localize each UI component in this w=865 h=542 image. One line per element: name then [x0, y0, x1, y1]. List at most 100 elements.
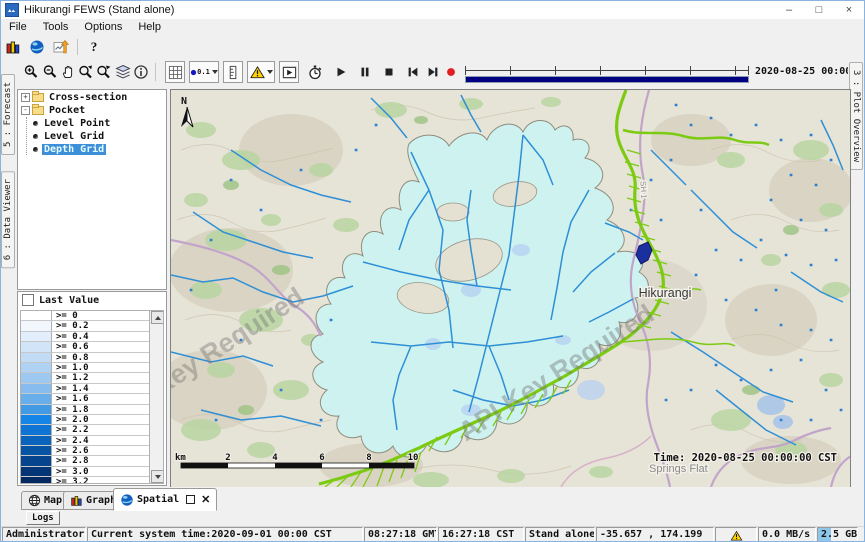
svg-text:4: 4: [272, 453, 278, 463]
animation-window-icon[interactable]: [279, 61, 299, 83]
legend-row[interactable]: >= 2.4: [21, 436, 150, 446]
skip-start-button[interactable]: [403, 61, 423, 83]
menu-options[interactable]: Options: [76, 21, 130, 33]
last-value-checkbox[interactable]: [22, 294, 34, 306]
svg-text:N: N: [181, 96, 187, 107]
tree-item-level-point[interactable]: Level Point: [33, 117, 166, 129]
scalebar-icon[interactable]: [223, 61, 243, 83]
globe-wireframe-icon: [28, 494, 41, 507]
tab-data-viewer[interactable]: 6 : Data Viewer: [1, 171, 15, 268]
globe-icon[interactable]: [25, 37, 49, 57]
legend-row[interactable]: >= 0.8: [21, 353, 150, 363]
tab-plot-overview[interactable]: 3 : Plot Overview: [849, 62, 863, 170]
skip-end-button[interactable]: [423, 61, 443, 83]
status-local-time: 16:27:18 CST: [438, 527, 524, 542]
close-button[interactable]: ×: [834, 1, 864, 19]
time-control-icon[interactable]: [305, 61, 325, 83]
legend-row[interactable]: >= 0.6: [21, 342, 150, 352]
scroll-up-icon[interactable]: [151, 311, 164, 324]
legend-row[interactable]: >= 1.4: [21, 384, 150, 394]
maximize-button[interactable]: □: [804, 1, 834, 19]
legend-row[interactable]: >= 1.0: [21, 363, 150, 373]
help-icon[interactable]: ?: [82, 37, 106, 57]
maximize-tab-icon[interactable]: [186, 495, 195, 504]
point-size-dropdown[interactable]: 0.1: [189, 61, 219, 83]
legend-color-swatch: [21, 363, 52, 372]
toolbar-separator: [155, 63, 156, 81]
legend-color-swatch: [21, 311, 52, 320]
bar-chart-icon: [70, 494, 83, 507]
play-button[interactable]: [331, 61, 351, 83]
logs-button[interactable]: Logs: [26, 511, 60, 525]
legend-row[interactable]: >= 2.0: [21, 415, 150, 425]
svg-text:8: 8: [366, 453, 371, 463]
legend-color-swatch: [21, 342, 52, 351]
zoom-out-icon[interactable]: [40, 61, 60, 83]
legend-row[interactable]: >= 2.8: [21, 456, 150, 466]
menu-help[interactable]: Help: [130, 21, 169, 33]
grid-toggle-icon[interactable]: [165, 61, 185, 83]
record-button[interactable]: [443, 61, 459, 83]
legend-color-swatch: [21, 405, 52, 414]
layers-icon[interactable]: [113, 61, 133, 83]
legend-row[interactable]: >= 1.2: [21, 373, 150, 383]
status-bar: Administrator Current system time:2020-0…: [1, 526, 864, 542]
status-warning[interactable]: [715, 527, 757, 542]
title-bar: Hikurangi FEWS (Stand alone) – □ ×: [1, 1, 864, 20]
tab-map[interactable]: Map: [21, 491, 69, 510]
menu-file[interactable]: File: [1, 21, 35, 33]
stop-button[interactable]: [379, 61, 399, 83]
legend-color-swatch: [21, 467, 52, 476]
legend-row[interactable]: >= 0.4: [21, 332, 150, 342]
legend-row[interactable]: >= 3.2: [21, 477, 150, 484]
bullet-icon: [33, 147, 38, 152]
expander-icon[interactable]: +: [21, 93, 30, 102]
legend-row[interactable]: >= 0: [21, 311, 150, 321]
area-label: Springs Flat: [649, 463, 708, 475]
legend-color-swatch: [21, 373, 52, 382]
pause-button[interactable]: [355, 61, 375, 83]
folder-icon: [32, 106, 44, 115]
warning-icon: [730, 530, 743, 542]
map-canvas[interactable]: API Key Required API Key Required N Hiku…: [170, 89, 851, 488]
zoom-next-icon[interactable]: [94, 61, 114, 83]
minimize-button[interactable]: –: [774, 1, 804, 19]
window-title: Hikurangi FEWS (Stand alone): [24, 4, 174, 16]
legend-row[interactable]: >= 2.6: [21, 446, 150, 456]
status-coordinates: -35.657 , 174.199: [596, 527, 714, 542]
legend-row[interactable]: >= 1.6: [21, 394, 150, 404]
legend-row[interactable]: >= 0.2: [21, 321, 150, 331]
scroll-down-icon[interactable]: [151, 470, 164, 483]
tree-item-cross-section[interactable]: + Cross-section: [21, 91, 166, 103]
legend-scrollbar[interactable]: [149, 311, 163, 483]
menu-tools[interactable]: Tools: [35, 21, 77, 33]
legend-row[interactable]: >= 2.2: [21, 425, 150, 435]
zoom-previous-icon[interactable]: [76, 61, 96, 83]
svg-text:10: 10: [408, 453, 419, 463]
tree-item-depth-grid[interactable]: Depth Grid: [33, 143, 166, 155]
zoom-in-icon[interactable]: [21, 61, 41, 83]
info-icon[interactable]: [131, 61, 151, 83]
timeline-period-bar[interactable]: [465, 76, 749, 83]
spatial-display-icon[interactable]: [49, 37, 73, 57]
legend-row[interactable]: >= 1.8: [21, 405, 150, 415]
layer-tree-panel: + Cross-section - Pocket Level Point Lev…: [17, 89, 167, 290]
close-tab-icon[interactable]: ✕: [201, 493, 210, 506]
tree-item-pocket[interactable]: - Pocket: [21, 104, 166, 116]
tab-forecast[interactable]: 5 : Forecast: [1, 74, 15, 155]
legend-color-swatch: [21, 415, 52, 424]
timeline-slider[interactable]: [465, 63, 749, 83]
timeline-rail[interactable]: [465, 66, 749, 75]
warnings-dropdown[interactable]: [247, 61, 275, 83]
menu-bar: File Tools Options Help: [1, 19, 864, 36]
tree-item-level-grid[interactable]: Level Grid: [33, 130, 166, 142]
pan-hand-icon[interactable]: [58, 61, 78, 83]
application-window: Hikurangi FEWS (Stand alone) – □ × File …: [0, 0, 865, 542]
expander-icon[interactable]: -: [21, 106, 30, 115]
explorer-icon[interactable]: [1, 37, 25, 57]
tab-spatial[interactable]: Spatial ✕: [113, 488, 217, 511]
legend-color-swatch: [21, 321, 52, 330]
last-value-label: Last Value: [39, 295, 99, 306]
legend-row[interactable]: >= 3.0: [21, 467, 150, 477]
map-toolbar: 0.1: [15, 58, 849, 88]
